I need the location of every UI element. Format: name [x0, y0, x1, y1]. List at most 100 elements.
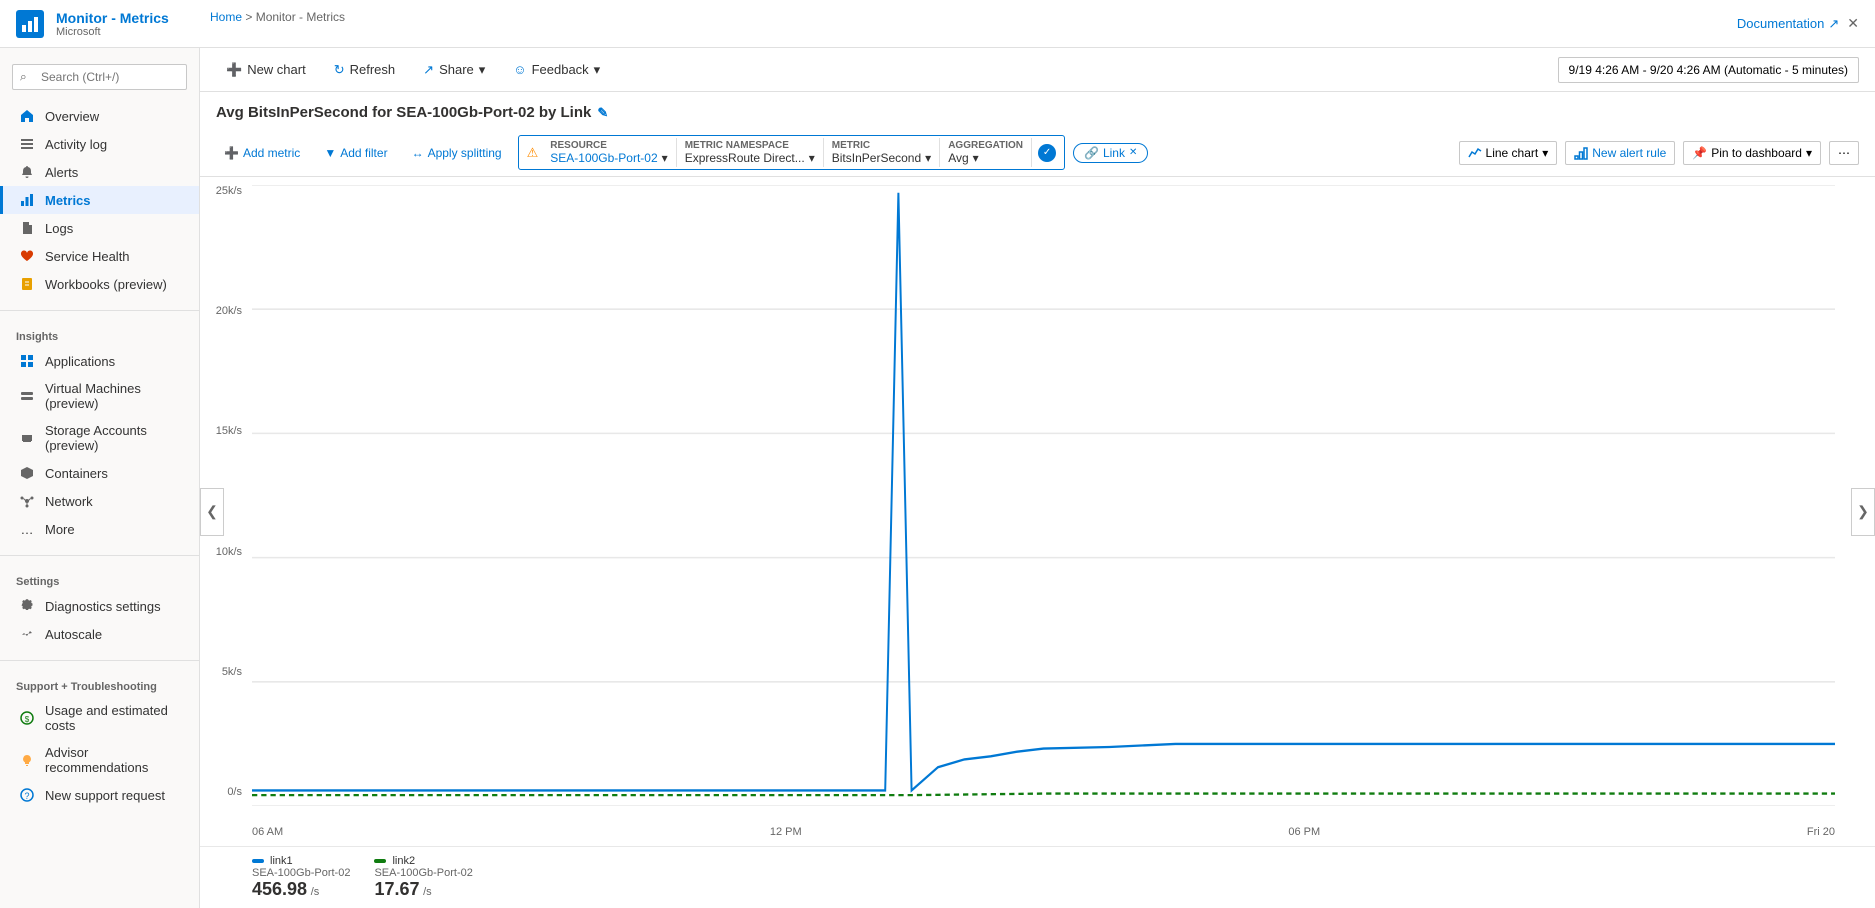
- aggregation-value-container[interactable]: Avg ▾: [948, 151, 1023, 165]
- search-box: ⌕: [12, 64, 187, 90]
- lightbulb-icon: [19, 752, 35, 768]
- share-dropdown-icon: ▾: [479, 62, 486, 78]
- share-button[interactable]: ↗ Share ▾: [413, 57, 495, 83]
- add-filter-button[interactable]: ▼ Add filter: [316, 142, 395, 164]
- sidebar-item-containers[interactable]: Containers: [0, 459, 199, 487]
- sidebar-item-workbooks[interactable]: Workbooks (preview): [0, 270, 199, 298]
- new-alert-label: New alert rule: [1592, 146, 1666, 160]
- top-bar-right: Documentation ↗ ✕: [1737, 15, 1859, 32]
- sidebar-label-activity-log: Activity log: [45, 137, 107, 152]
- filter-icon: ▼: [324, 146, 336, 160]
- warning-icon: ⚠: [527, 145, 539, 161]
- resource-value-container[interactable]: SEA-100Gb-Port-02 ▾: [550, 151, 667, 165]
- breadcrumb-home[interactable]: Home: [210, 10, 242, 24]
- pin-label: Pin to dashboard: [1711, 146, 1802, 160]
- apply-splitting-button[interactable]: ↔ Apply splitting: [404, 142, 510, 164]
- refresh-button[interactable]: ↻ Refresh: [324, 57, 405, 83]
- link-tag[interactable]: 🔗 Link ✕: [1073, 143, 1148, 163]
- namespace-value-container[interactable]: ExpressRoute Direct... ▾: [685, 151, 815, 165]
- new-alert-rule-button[interactable]: New alert rule: [1565, 141, 1675, 165]
- app-title-block: Monitor - Metrics Microsoft: [56, 10, 169, 38]
- chart-header: Avg BitsInPerSecond for SEA-100Gb-Port-0…: [200, 92, 1875, 129]
- sidebar-item-overview[interactable]: Overview: [0, 102, 199, 130]
- pin-dropdown-icon: ▾: [1806, 146, 1812, 160]
- legend-label2-line1: link2: [392, 855, 415, 867]
- line-chart-button[interactable]: Line chart ▾: [1459, 141, 1558, 165]
- y-axis-labels: 25k/s 20k/s 15k/s 10k/s 5k/s 0/s: [200, 177, 248, 806]
- settings-label: Settings: [0, 568, 199, 592]
- resource-field: RESOURCE SEA-100Gb-Port-02 ▾: [542, 138, 676, 167]
- sidebar-label-vms: Virtual Machines (preview): [45, 381, 183, 411]
- line1-series: [252, 193, 1835, 791]
- home-icon: [19, 108, 35, 124]
- legend-value-link1: 456.98: [252, 879, 307, 899]
- sidebar-item-advisor[interactable]: Advisor recommendations: [0, 739, 199, 781]
- sidebar-label-overview: Overview: [45, 109, 99, 124]
- sidebar-item-usage-costs[interactable]: $ Usage and estimated costs: [0, 697, 199, 739]
- x-axis-labels: 06 AM 12 PM 06 PM Fri 20: [252, 826, 1835, 838]
- documentation-link[interactable]: Documentation ↗: [1737, 16, 1839, 32]
- add-metric-button[interactable]: ➕ Add metric: [216, 142, 308, 164]
- legend-item-link2: link2 SEA-100Gb-Port-02 17.67 /s: [374, 855, 472, 900]
- toolbar: ➕ New chart ↻ Refresh ↗ Share ▾ ☺ Feedba…: [200, 48, 1875, 92]
- edit-icon[interactable]: ✎: [597, 105, 608, 121]
- search-input[interactable]: [12, 64, 187, 90]
- support-icon: ?: [19, 787, 35, 803]
- chart-svg: [252, 185, 1835, 806]
- metric-dropdown-icon: ▾: [925, 151, 931, 165]
- legend-top-link1: link1: [252, 855, 350, 867]
- chart-controls: Line chart ▾ New alert rule 📌 Pin to das…: [1459, 141, 1859, 165]
- link-tag-close[interactable]: ✕: [1129, 147, 1137, 158]
- sidebar-item-logs[interactable]: Logs: [0, 214, 199, 242]
- sidebar-item-vms[interactable]: Virtual Machines (preview): [0, 375, 199, 417]
- sidebar-item-service-health[interactable]: Service Health: [0, 242, 199, 270]
- share-label: Share: [439, 62, 474, 77]
- sidebar-item-activity-log[interactable]: Activity log: [0, 130, 199, 158]
- sidebar-item-autoscale[interactable]: Autoscale: [0, 620, 199, 648]
- sidebar-item-alerts[interactable]: Alerts: [0, 158, 199, 186]
- sidebar-support-section: Support + Troubleshooting $ Usage and es…: [0, 673, 199, 809]
- namespace-value: ExpressRoute Direct...: [685, 151, 805, 165]
- new-chart-button[interactable]: ➕ New chart: [216, 57, 316, 83]
- resource-dropdown-icon: ▾: [662, 151, 668, 165]
- feedback-button[interactable]: ☺ Feedback ▾: [503, 57, 610, 83]
- insights-label: Insights: [0, 323, 199, 347]
- close-button[interactable]: ✕: [1847, 15, 1859, 32]
- legend-unit-link1: /s: [311, 886, 320, 898]
- more-options-button[interactable]: ⋯: [1829, 141, 1859, 165]
- refresh-label: Refresh: [350, 62, 396, 77]
- metric-selector-group: ⚠ RESOURCE SEA-100Gb-Port-02 ▾ METRIC NA…: [518, 135, 1065, 170]
- metric-value-container[interactable]: BitsInPerSecond ▾: [832, 151, 931, 165]
- y-label-5k: 5k/s: [200, 666, 248, 678]
- app-icon-sidebar: [19, 353, 35, 369]
- sidebar-item-applications[interactable]: Applications: [0, 347, 199, 375]
- sidebar-item-storage[interactable]: Storage Accounts (preview): [0, 417, 199, 459]
- svg-text:$: $: [25, 715, 30, 724]
- legend-color-link2: [374, 859, 386, 863]
- doc-link-label: Documentation: [1737, 16, 1824, 31]
- confirm-button[interactable]: ✓: [1038, 144, 1056, 162]
- metric-field: METRIC BitsInPerSecond ▾: [824, 138, 940, 167]
- sidebar-item-more[interactable]: … More: [0, 515, 199, 543]
- split-icon: ↔: [412, 146, 424, 160]
- ellipsis-icon: …: [19, 521, 35, 537]
- sidebar-label-storage: Storage Accounts (preview): [45, 423, 183, 453]
- time-range-button[interactable]: 9/19 4:26 AM - 9/20 4:26 AM (Automatic -…: [1558, 57, 1859, 83]
- sidebar-item-diagnostics[interactable]: Diagnostics settings: [0, 592, 199, 620]
- sidebar-label-support-request: New support request: [45, 788, 165, 803]
- y-label-15k: 15k/s: [200, 425, 248, 437]
- container-icon: [19, 465, 35, 481]
- aggregation-field: AGGREGATION Avg ▾: [940, 138, 1032, 167]
- namespace-field: METRIC NAMESPACE ExpressRoute Direct... …: [677, 138, 824, 167]
- sidebar-item-network[interactable]: Network: [0, 487, 199, 515]
- coins-icon: $: [19, 710, 35, 726]
- sidebar-label-service-health: Service Health: [45, 249, 130, 264]
- sidebar-item-metrics[interactable]: Metrics: [0, 186, 199, 214]
- chart-title: Avg BitsInPerSecond for SEA-100Gb-Port-0…: [216, 104, 1859, 121]
- line-chart-label: Line chart: [1486, 146, 1539, 160]
- chart-nav-right[interactable]: ❯: [1851, 488, 1875, 536]
- share-icon: ↗: [423, 62, 434, 78]
- legend-value-container-link1: 456.98 /s: [252, 879, 350, 900]
- sidebar-item-support-request[interactable]: ? New support request: [0, 781, 199, 809]
- pin-to-dashboard-button[interactable]: 📌 Pin to dashboard ▾: [1683, 141, 1821, 165]
